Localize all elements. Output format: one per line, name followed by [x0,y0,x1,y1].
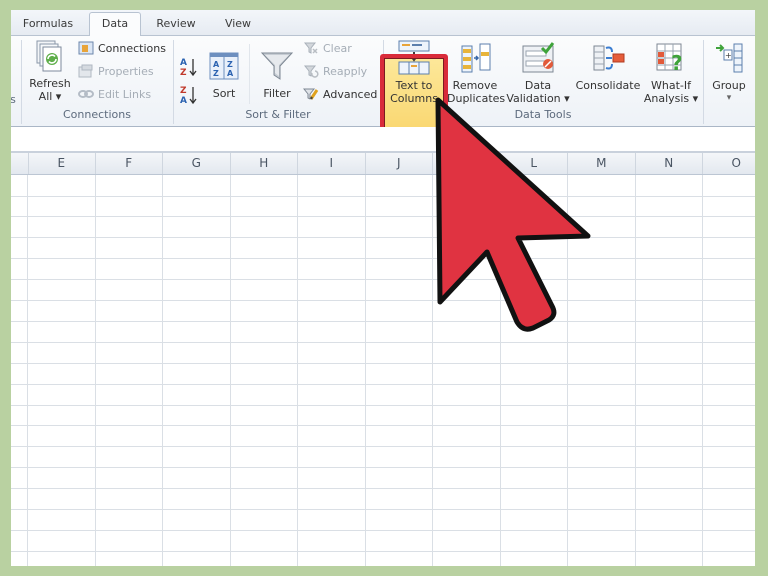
arrow-pointer-icon [435,97,591,332]
excel-window: Formulas Data Review View s Refresh All … [11,10,755,566]
